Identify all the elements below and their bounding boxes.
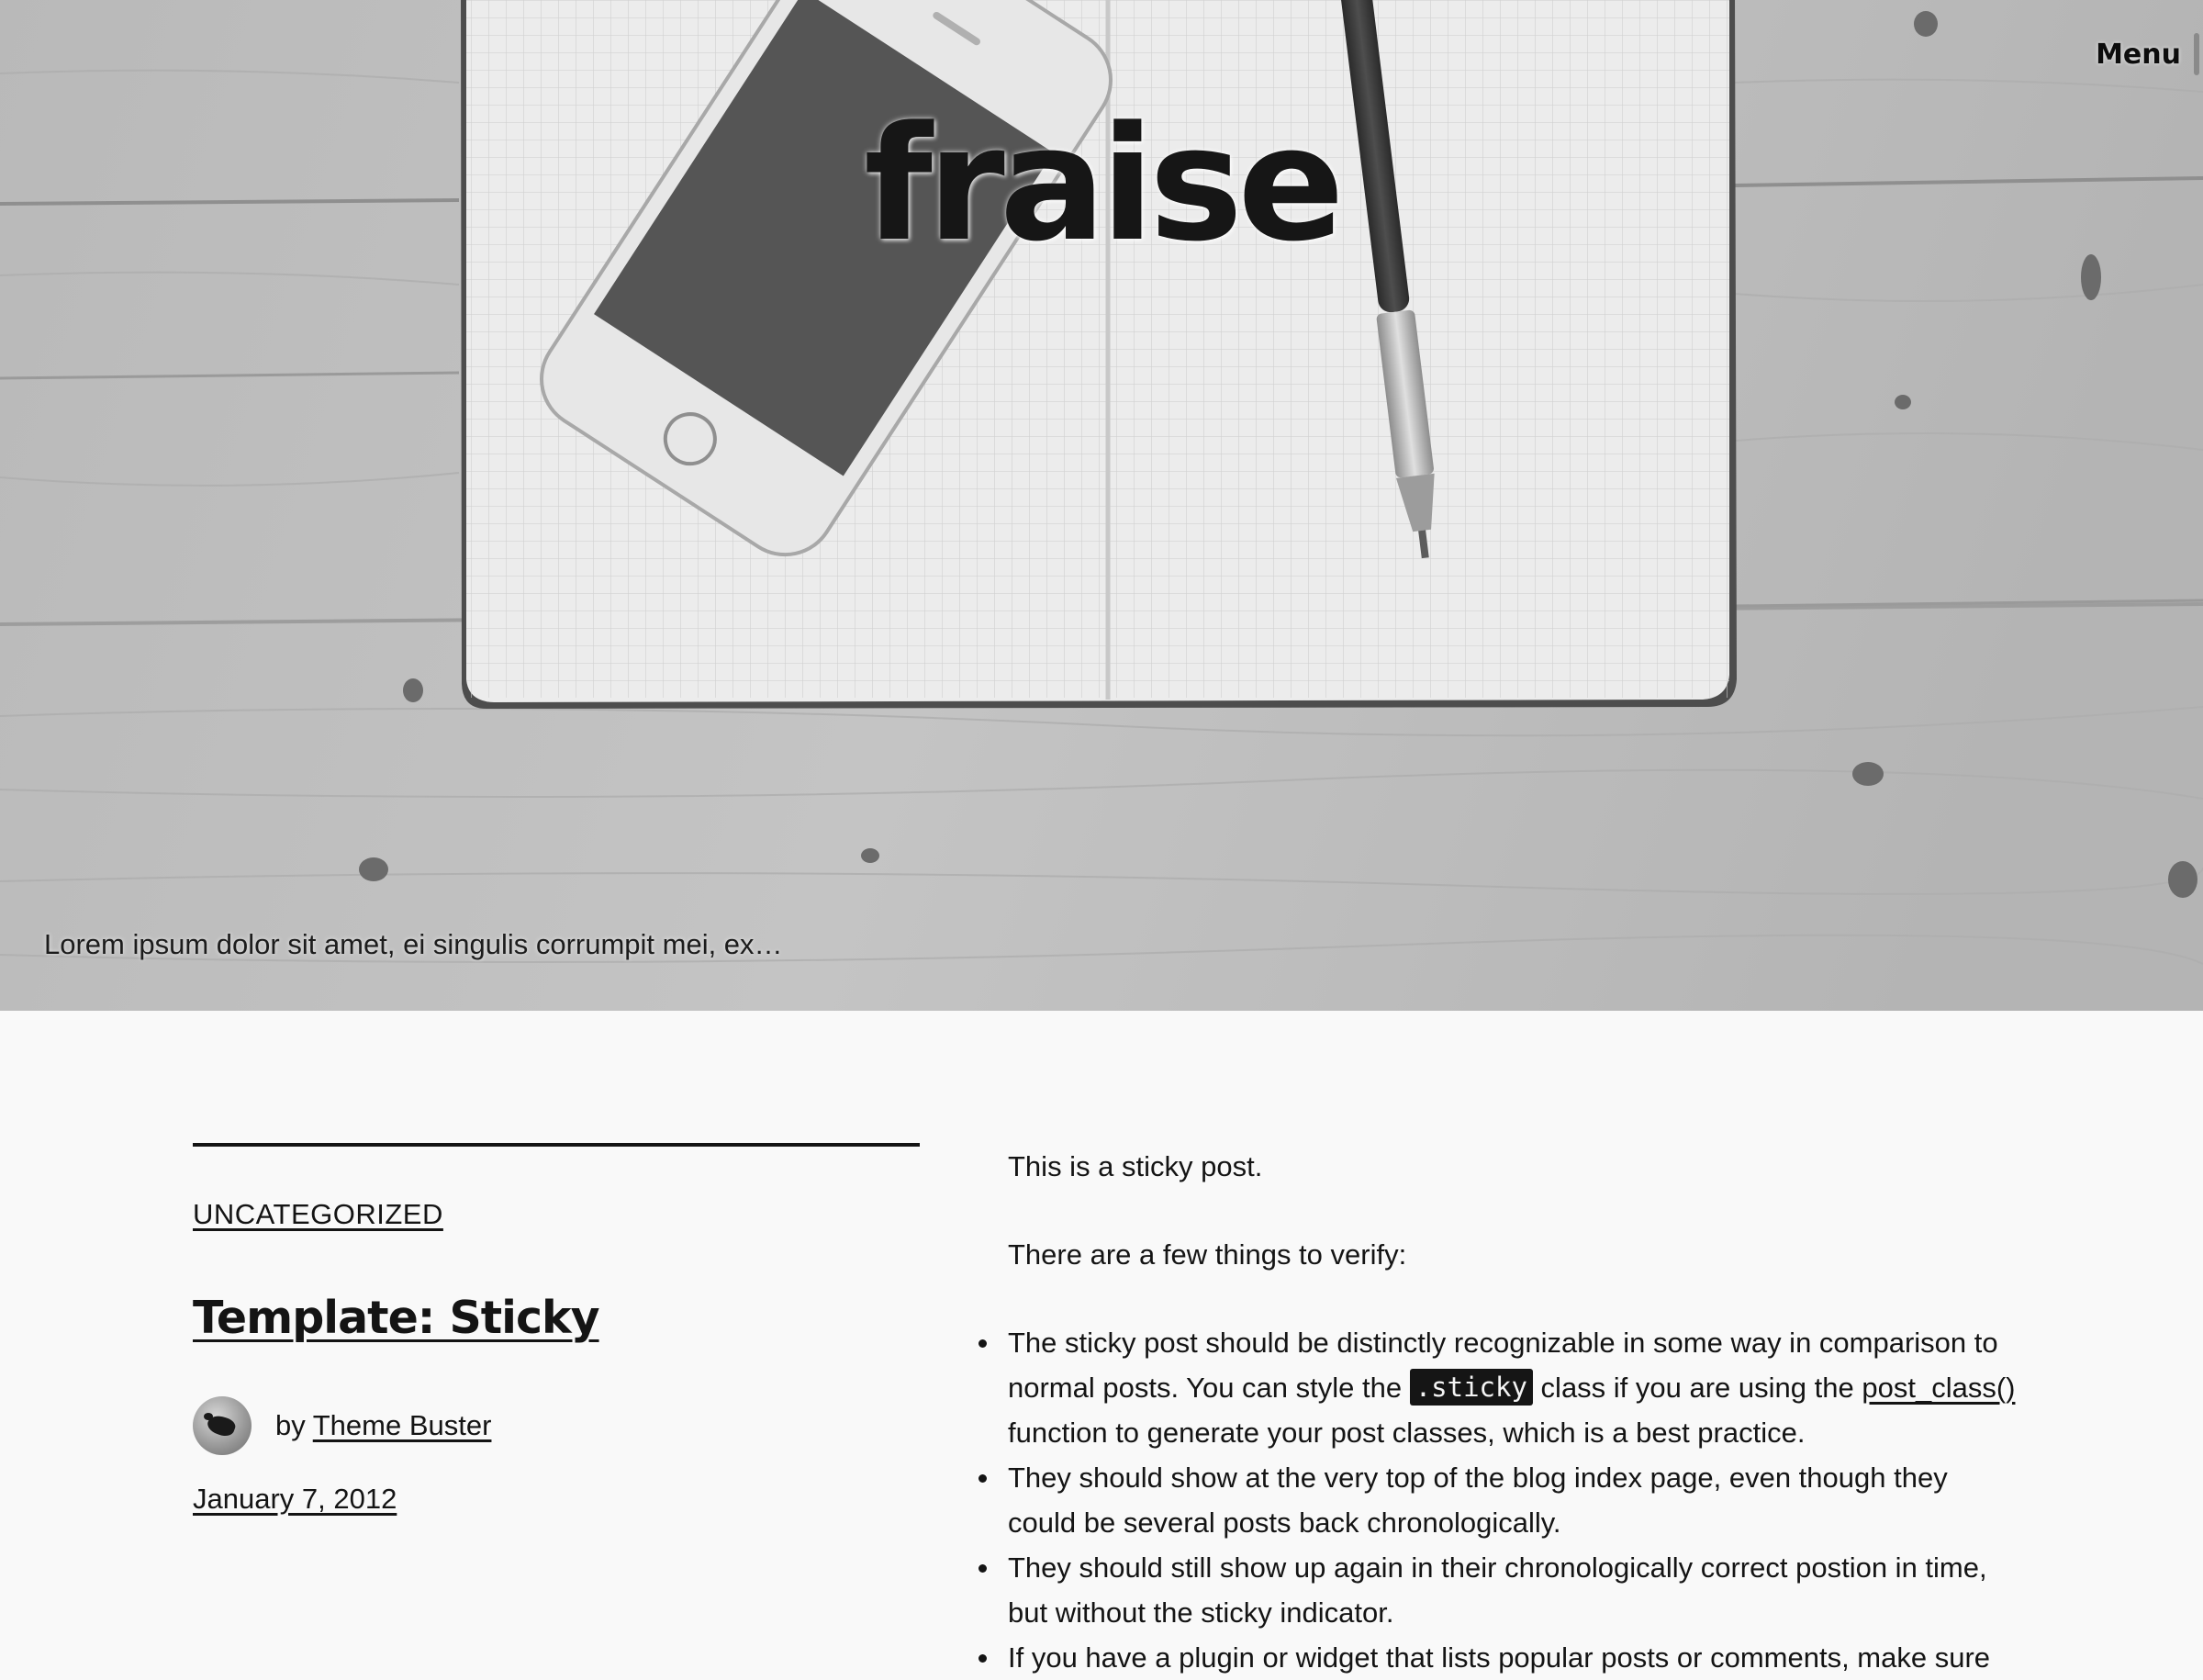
list-item-text: function to generate your post classes, …: [1008, 1417, 1806, 1449]
list-item: They should show at the very top of the …: [978, 1455, 2018, 1545]
code-snippet: .sticky: [1409, 1369, 1533, 1406]
list-item: They should still show up again in their…: [978, 1545, 2018, 1635]
byline-prefix: by: [275, 1408, 306, 1441]
list-item-text: If you have a plugin or widget that list…: [1008, 1641, 1991, 1674]
site-header: Menu fraise Lorem ipsum dolor sit amet, …: [0, 0, 2203, 1011]
site-tagline: Lorem ipsum dolor sit amet, ei singulis …: [44, 928, 783, 960]
entry-divider: [193, 1143, 920, 1147]
list-item-text: They should show at the very top of the …: [1008, 1462, 1948, 1539]
post-class-link[interactable]: post_class(): [1862, 1372, 2015, 1404]
list-item: The sticky post should be distinctly rec…: [978, 1320, 2018, 1455]
list-item-text: They should still show up again in their…: [1008, 1551, 1987, 1629]
content-list: The sticky post should be distinctly rec…: [978, 1320, 2018, 1680]
entry-title: Template: Sticky: [193, 1294, 920, 1343]
entry-title-link[interactable]: Template: Sticky: [193, 1292, 600, 1344]
content-paragraph: There are a few things to verify:: [1008, 1238, 1407, 1271]
list-item: If you have a plugin or widget that list…: [978, 1635, 2018, 1680]
author-avatar: [193, 1395, 252, 1455]
content-paragraph: This is a sticky post.: [1008, 1150, 1263, 1182]
byline: by Theme Buster: [193, 1395, 920, 1455]
site-title[interactable]: fraise: [0, 106, 2203, 263]
post-date-link[interactable]: January 7, 2012: [193, 1483, 397, 1516]
category-link[interactable]: UNCATEGORIZED: [193, 1198, 443, 1231]
entry-header: UNCATEGORIZED Template: Sticky by Theme …: [193, 1143, 920, 1516]
entry-content: This is a sticky post. There are a few t…: [978, 1144, 2018, 1680]
list-item-text: class if you are using the: [1532, 1372, 1862, 1404]
author-link[interactable]: Theme Buster: [313, 1409, 492, 1442]
menu-toggle-button[interactable]: Menu: [2096, 33, 2199, 75]
